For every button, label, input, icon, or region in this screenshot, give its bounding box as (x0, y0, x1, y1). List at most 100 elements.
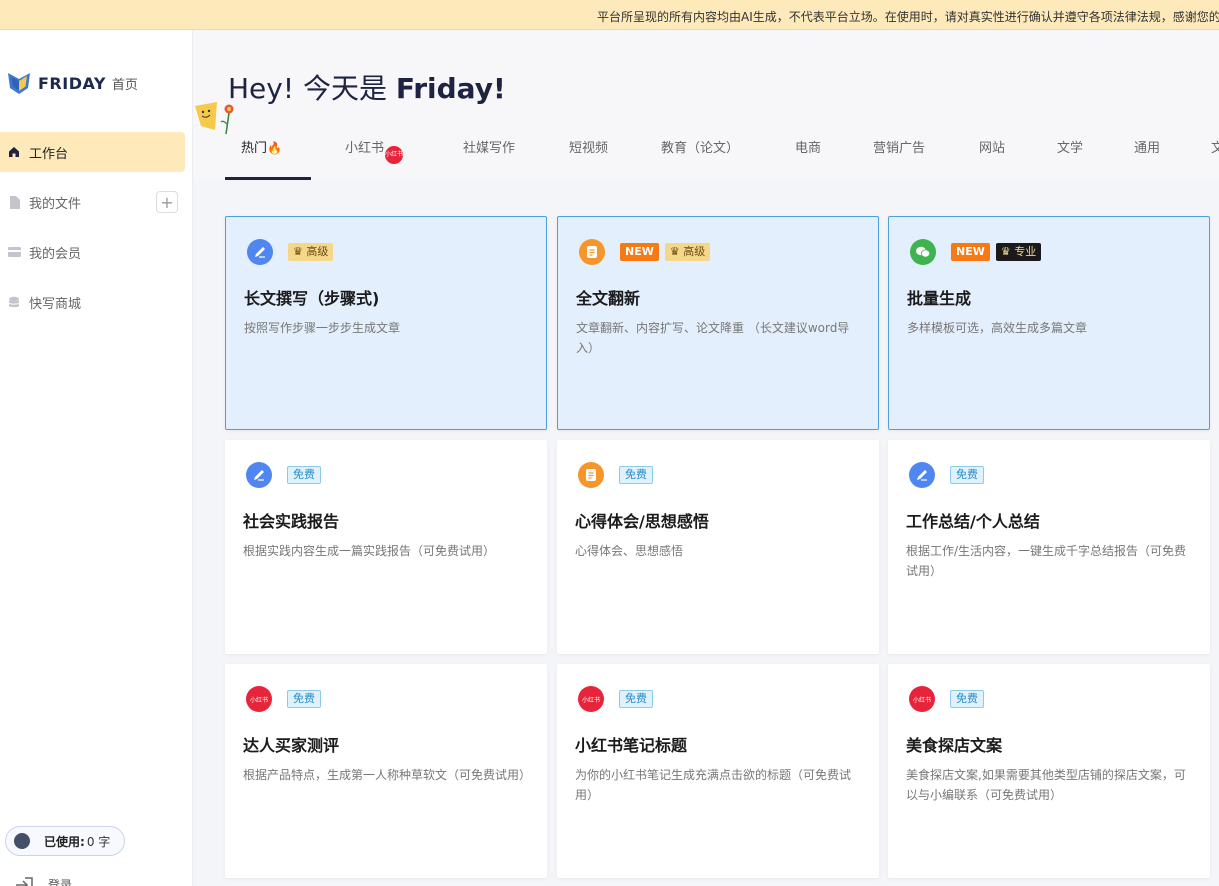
document-icon (579, 239, 605, 265)
card-title: 心得体会/思想感悟 (575, 512, 709, 531)
category-tabs: 热门🔥 小红书小红书 社媒写作 短视频 教育（论文） 电商 营销广告 网站 文学… (225, 125, 1219, 180)
usage-label: 已使用: (44, 834, 85, 849)
notice-banner: 平台所呈现的所有内容均由AI生成，不代表平台立场。在使用时，请对真实性进行确认并… (0, 0, 1219, 30)
card-description: 根据实践内容生成一篇实践报告（可免费试用） (243, 544, 496, 558)
tab-marketing[interactable]: 营销广告 (873, 137, 925, 156)
tab-label: 小红书 (345, 141, 385, 156)
xiaohongshu-badge-icon: 小红书 (385, 146, 403, 164)
template-card-practice-report[interactable]: 免费 社会实践报告 根据实践内容生成一篇实践报告（可免费试用） (225, 440, 547, 654)
xiaohongshu-icon: 小红书 (578, 686, 604, 712)
free-badge: 免费 (287, 466, 321, 484)
badge-label: 高级 (683, 245, 706, 258)
free-badge: 免费 (619, 466, 653, 484)
crown-icon: ♛ (669, 245, 680, 258)
badge-label: 高级 (306, 245, 329, 258)
usage-indicator[interactable]: 已使用: 0 字 (5, 826, 125, 856)
card-icon (7, 245, 21, 259)
template-card-work-summary[interactable]: 免费 工作总结/个人总结 根据工作/生活内容，一键生成千字总结报告（可免费试用） (888, 440, 1210, 654)
sidebar-item-workbench[interactable]: 工作台 (0, 132, 185, 172)
card-title: 工作总结/个人总结 (906, 512, 1040, 531)
card-title: 批量生成 (907, 289, 972, 308)
notice-text: 平台所呈现的所有内容均由AI生成，不代表平台立场。在使用时，请对真实性进行确认并… (597, 10, 1219, 24)
login-button[interactable]: 登录 (14, 876, 72, 886)
tab-ecommerce[interactable]: 电商 (795, 137, 821, 156)
template-card-food-review[interactable]: 小红书 免费 美食探店文案 美食探店文案,如果需要其他类型店铺的探店文案，可以与… (888, 664, 1210, 878)
template-card-rewrite[interactable]: NEW ♛ 高级 全文翻新 文章翻新、内容扩写、论文降重 （长文建议word导入… (557, 216, 879, 430)
tab-website[interactable]: 网站 (979, 137, 1005, 156)
card-title: 全文翻新 (576, 289, 641, 308)
advanced-badge: ♛ 高级 (664, 243, 711, 261)
tab-xiaohongshu[interactable]: 小红书小红书 (345, 137, 403, 164)
card-title: 美食探店文案 (906, 736, 1003, 755)
xiaohongshu-icon: 小红书 (909, 686, 935, 712)
card-description: 文章翻新、内容扩写、论文降重 （长文建议word导入） (576, 321, 850, 355)
tab-hot[interactable]: 热门🔥 (241, 137, 282, 156)
sidebar: FRIDAY 首页 工作台 我的文件 + 我的会员 快写商城 已使用: 0 字 … (0, 30, 193, 886)
card-description: 为你的小红书笔记生成充满点击欲的标题（可免费试用） (575, 768, 852, 802)
new-badge: NEW (620, 243, 659, 261)
tab-short-video[interactable]: 短视频 (569, 137, 608, 156)
crown-icon: ♛ (1000, 245, 1011, 258)
card-description: 多样模板可选，高效生成多篇文章 (907, 321, 1088, 335)
tab-general[interactable]: 通用 (1134, 137, 1160, 156)
new-badge: NEW (951, 243, 990, 261)
home-icon (7, 145, 21, 159)
tab-social-writing[interactable]: 社媒写作 (463, 137, 515, 156)
template-card-batch[interactable]: NEW ♛ 专业 批量生成 多样模板可选，高效生成多篇文章 (888, 216, 1210, 430)
card-description: 根据工作/生活内容，一键生成千字总结报告（可免费试用） (906, 544, 1187, 578)
crown-icon: ♛ (293, 245, 303, 258)
active-tab-indicator (225, 177, 311, 180)
card-description: 心得体会、思想感悟 (575, 544, 684, 558)
sidebar-item-my-files[interactable]: 我的文件 + (0, 182, 193, 222)
template-card-reflection[interactable]: 免费 心得体会/思想感悟 心得体会、思想感悟 (557, 440, 879, 654)
card-description: 根据产品特点，生成第一人称种草软文（可免费试用） (243, 768, 532, 782)
page-title: Hey! 今天是 Friday! (228, 67, 506, 107)
card-title: 长文撰写（步骤式) (244, 289, 380, 308)
fire-icon: 🔥 (267, 141, 282, 155)
home-link[interactable]: 首页 (112, 74, 138, 93)
free-badge: 免费 (287, 690, 321, 708)
tab-education[interactable]: 教育（论文） (661, 137, 739, 156)
sidebar-item-label: 工作台 (29, 146, 69, 162)
card-title: 小红书笔记标题 (575, 736, 688, 755)
main-header: Hey! 今天是 Friday! 热门🔥 小红书小红书 社媒写作 短视频 教育（… (193, 30, 1219, 180)
add-file-button[interactable]: + (156, 191, 178, 213)
sidebar-nav: 工作台 我的文件 + 我的会员 快写商城 (0, 132, 193, 332)
tab-literature[interactable]: 文学 (1057, 137, 1083, 156)
xiaohongshu-icon: 小红书 (246, 686, 272, 712)
friday-logo-icon (8, 73, 30, 94)
wechat-icon (910, 239, 936, 265)
pen-icon (909, 462, 935, 488)
pen-icon (246, 462, 272, 488)
file-icon (7, 195, 21, 209)
coins-icon (7, 295, 21, 309)
free-badge: 免费 (950, 690, 984, 708)
usage-value: 0 字 (86, 834, 111, 849)
card-description: 美食探店文案,如果需要其他类型店铺的探店文案，可以与小编联系（可免费试用） (906, 768, 1186, 802)
advanced-badge: ♛ 高级 (288, 243, 334, 261)
badge-label: 专业 (1014, 245, 1037, 258)
free-badge: 免费 (950, 466, 984, 484)
sidebar-item-label: 我的文件 (29, 196, 82, 212)
card-title: 社会实践报告 (243, 512, 340, 531)
greeting-day: Friday! (395, 72, 506, 105)
greeting-prefix: Hey! 今天是 (228, 72, 396, 105)
sidebar-item-membership[interactable]: 我的会员 (0, 232, 193, 272)
card-description: 按照写作步骤一步步生成文章 (244, 321, 401, 335)
tab-more[interactable]: 文 (1211, 137, 1219, 156)
pen-icon (247, 239, 273, 265)
card-title: 达人买家测评 (243, 736, 340, 755)
pro-badge: ♛ 专业 (995, 243, 1042, 261)
document-icon (578, 462, 604, 488)
sidebar-item-label: 快写商城 (29, 296, 82, 312)
logo-text: FRIDAY (38, 73, 106, 93)
template-card-buyer-review[interactable]: 小红书 免费 达人买家测评 根据产品特点，生成第一人称种草软文（可免费试用） (225, 664, 547, 878)
logo[interactable]: FRIDAY 首页 (6, 70, 138, 96)
free-badge: 免费 (619, 690, 653, 708)
tab-label: 热门 (241, 141, 268, 156)
template-card-xhs-title[interactable]: 小红书 免费 小红书笔记标题 为你的小红书笔记生成充满点击欲的标题（可免费试用） (557, 664, 879, 878)
login-icon (16, 876, 33, 886)
sidebar-item-store[interactable]: 快写商城 (0, 282, 193, 322)
sidebar-item-label: 我的会员 (29, 246, 82, 262)
template-card-long-article[interactable]: ♛ 高级 长文撰写（步骤式) 按照写作步骤一步步生成文章 (225, 216, 547, 430)
